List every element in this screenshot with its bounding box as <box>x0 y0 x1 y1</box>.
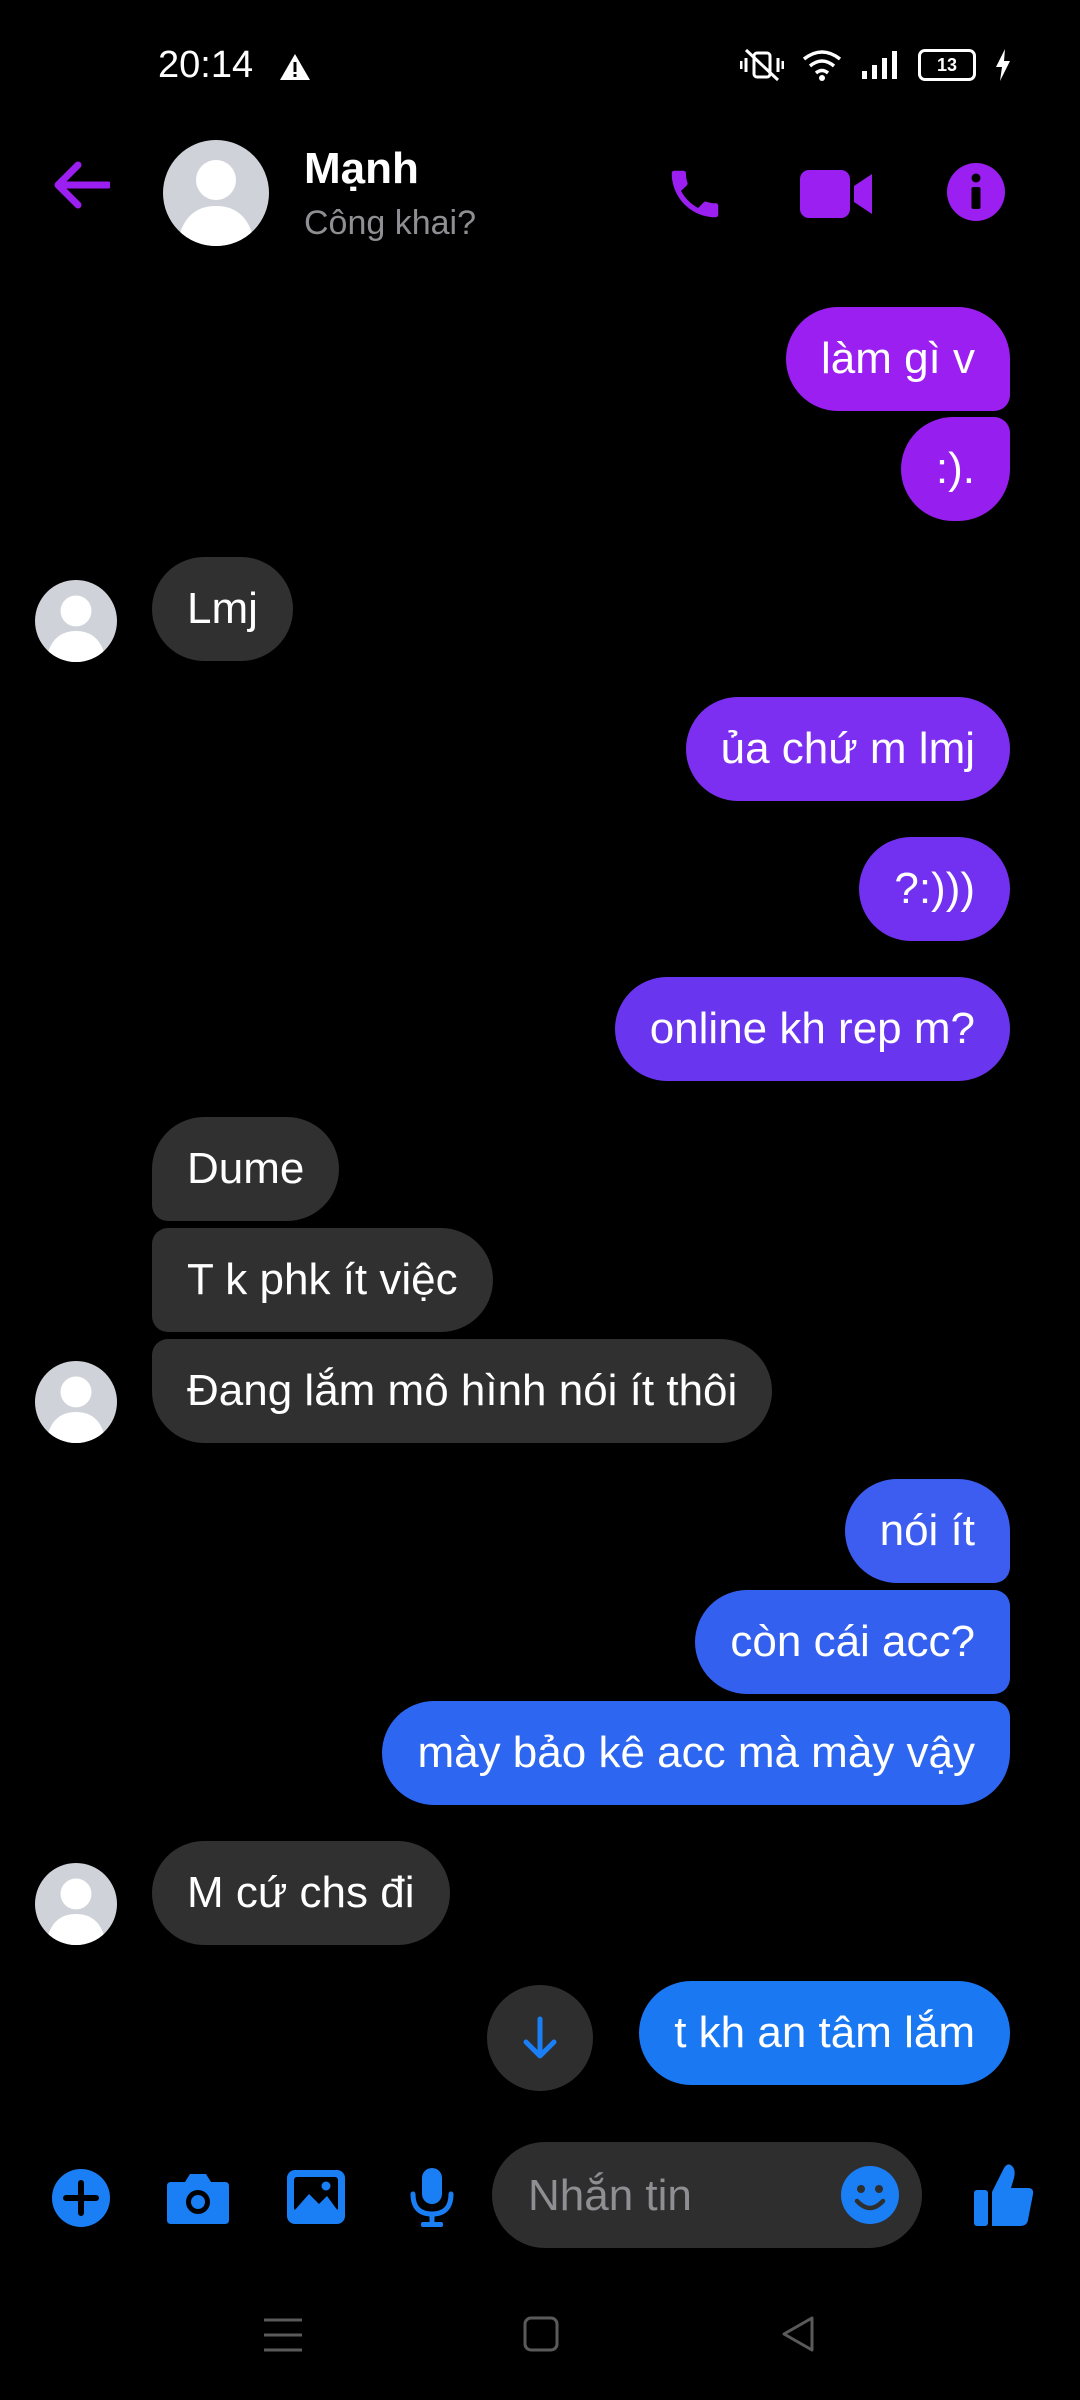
camera-icon[interactable] <box>165 2170 231 2231</box>
contact-avatar[interactable] <box>163 140 269 246</box>
vibrate-off-icon <box>740 48 784 82</box>
message-bubble-outgoing[interactable]: t kh an tâm lắm <box>639 1981 1010 2085</box>
sender-avatar[interactable] <box>35 1863 117 1945</box>
thumbs-up-icon[interactable] <box>972 2162 1036 2233</box>
message-bubble-incoming[interactable]: Dume <box>152 1117 340 1221</box>
phone-icon[interactable] <box>664 163 726 230</box>
contact-status: Công khai? <box>304 204 477 242</box>
message-composer[interactable] <box>492 2142 922 2250</box>
info-icon[interactable] <box>946 162 1006 227</box>
status-time: 20:14 <box>158 44 254 86</box>
sender-avatar[interactable] <box>35 1361 117 1443</box>
back-arrow-icon[interactable] <box>52 160 112 215</box>
back-nav-icon[interactable] <box>778 2314 818 2359</box>
warning-icon <box>278 52 312 87</box>
message-bubble-incoming[interactable]: Đang lắm mô hình nói ít thôi <box>152 1339 773 1443</box>
scroll-to-bottom-button[interactable] <box>487 1985 593 2091</box>
message-bubble-outgoing[interactable]: còn cái acc? <box>695 1590 1010 1694</box>
arrow-down-icon <box>523 2016 557 2059</box>
sender-avatar[interactable] <box>35 580 117 662</box>
message-bubble-outgoing[interactable]: mày bảo kê acc mà mày vậy <box>382 1701 1010 1805</box>
message-bubble-outgoing[interactable]: ?:))) <box>859 837 1010 941</box>
message-bubble-incoming[interactable]: T k phk ít việc <box>152 1228 493 1332</box>
message-input[interactable] <box>526 2142 830 2250</box>
home-icon[interactable] <box>521 2314 561 2359</box>
recent-apps-icon[interactable] <box>262 2316 304 2359</box>
message-bubble-outgoing[interactable]: :). <box>900 417 1010 521</box>
wifi-icon <box>802 50 842 81</box>
video-icon[interactable] <box>800 168 874 225</box>
message-bubble-incoming[interactable]: M cứ chs đi <box>152 1841 450 1945</box>
contact-name[interactable]: Mạnh <box>304 144 419 194</box>
battery-indicator: 13 <box>918 49 976 81</box>
message-bubble-outgoing[interactable]: nói ít <box>844 1479 1010 1583</box>
plus-icon[interactable] <box>52 2169 110 2232</box>
message-bubble-outgoing[interactable]: online kh rep m? <box>614 977 1010 1081</box>
message-bubble-incoming[interactable]: Lmj <box>152 557 293 661</box>
signal-icon <box>862 51 897 79</box>
mic-icon[interactable] <box>409 2166 455 2233</box>
message-bubble-outgoing[interactable]: ủa chứ m lmj <box>685 697 1010 801</box>
message-bubble-outgoing[interactable]: làm gì v <box>785 307 1010 411</box>
emoji-icon[interactable] <box>840 2165 900 2230</box>
status-icons: 13 <box>740 48 1012 82</box>
charging-icon <box>996 49 1010 81</box>
gallery-icon[interactable] <box>285 2168 347 2231</box>
